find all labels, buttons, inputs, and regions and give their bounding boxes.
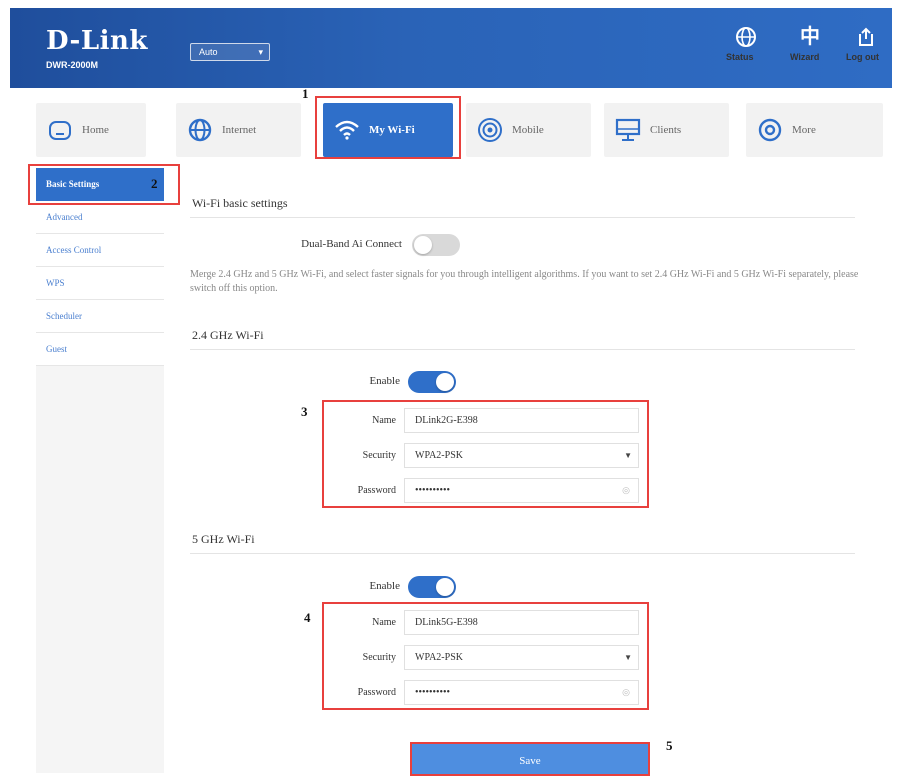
divider <box>190 553 855 554</box>
band24-password-row: Password •••••••••• ◎ <box>324 474 647 507</box>
nav-clients[interactable]: Clients <box>604 103 729 157</box>
monitor-icon <box>614 116 642 144</box>
callout-2: 2 <box>151 176 158 191</box>
band24-enable-toggle[interactable] <box>408 371 456 393</box>
settings-icon <box>756 116 784 144</box>
model-name: DWR-2000M <box>46 60 99 70</box>
band5-name-row: Name DLink5G-E398 <box>324 606 647 639</box>
band5-name-input[interactable]: DLink5G-E398 <box>404 610 639 635</box>
sidebar: Basic Settings Advanced Access Control W… <box>36 168 164 773</box>
band24-fields-highlight-box: Name DLink2G-E398 Security WPA2-PSK ▼ Pa… <box>322 400 649 508</box>
band5-password-value: •••••••••• <box>415 687 451 698</box>
signal-icon <box>476 116 504 144</box>
band24-password-input[interactable]: •••••••••• ◎ <box>404 478 639 503</box>
band24-name-label: Name <box>372 415 396 426</box>
nav-internet-label: Internet <box>222 124 257 136</box>
band5-password-input[interactable]: •••••••••• ◎ <box>404 680 639 705</box>
save-button[interactable]: Save <box>410 742 650 776</box>
divider <box>190 349 855 350</box>
chevron-down-icon: ▼ <box>624 451 632 460</box>
nav-mobile[interactable]: Mobile <box>466 103 591 157</box>
nav-more-label: More <box>792 124 816 136</box>
dual-band-description: Merge 2.4 GHz and 5 GHz Wi-Fi, and selec… <box>190 269 859 294</box>
band5-enable-label: Enable <box>369 580 400 592</box>
band5-security-row: Security WPA2-PSK ▼ <box>324 641 647 674</box>
status-label: Status <box>726 52 754 62</box>
nav-internet[interactable]: Internet <box>176 103 301 157</box>
chevron-down-icon: ▾ <box>258 47 263 57</box>
band5-enable-toggle[interactable] <box>408 576 456 598</box>
nav-home-label: Home <box>82 124 109 136</box>
band24-password-value: •••••••••• <box>415 485 451 496</box>
eye-icon[interactable]: ◎ <box>622 479 630 502</box>
wizard-button[interactable]: 中 Wizard <box>790 26 830 62</box>
nav-home[interactable]: Home <box>36 103 146 157</box>
toggle-knob <box>436 578 454 596</box>
wizard-label: Wizard <box>790 52 820 62</box>
sidebar-item-access-control[interactable]: Access Control <box>36 234 164 267</box>
home-icon <box>46 116 74 144</box>
callout-5: 5 <box>666 738 673 753</box>
dual-band-toggle[interactable] <box>412 234 460 256</box>
toggle-knob <box>414 236 432 254</box>
band24-security-label: Security <box>362 450 396 461</box>
callout-3: 3 <box>301 404 308 419</box>
logout-button[interactable]: Log out <box>846 26 886 62</box>
band24-enable-label: Enable <box>369 375 400 387</box>
divider <box>190 217 855 218</box>
band24-security-value: WPA2-PSK <box>415 450 463 461</box>
language-icon: 中 <box>800 26 820 48</box>
band5-fields-highlight-box: Name DLink5G-E398 Security WPA2-PSK ▼ Pa… <box>322 602 649 710</box>
toggle-knob <box>436 373 454 391</box>
sidebar-item-advanced[interactable]: Advanced <box>36 201 164 234</box>
callout-4: 4 <box>304 610 311 625</box>
my-wifi-highlight-box <box>315 96 461 159</box>
globe-icon <box>186 116 214 144</box>
band5-password-label: Password <box>357 687 396 698</box>
chevron-down-icon: ▼ <box>624 653 632 662</box>
sidebar-item-scheduler[interactable]: Scheduler <box>36 300 164 333</box>
dlink-logo: D-Link <box>46 26 148 56</box>
header-bar: D-Link DWR-2000M Auto ▾ Status 中 Wizard … <box>10 8 892 88</box>
band5-security-select[interactable]: WPA2-PSK ▼ <box>404 645 639 670</box>
band24-title: 2.4 GHz Wi-Fi <box>192 328 264 342</box>
band24-security-select[interactable]: WPA2-PSK ▼ <box>404 443 639 468</box>
band5-security-value: WPA2-PSK <box>415 652 463 663</box>
logout-icon <box>846 26 886 50</box>
globe-icon <box>726 26 766 50</box>
band5-security-label: Security <box>362 652 396 663</box>
main-panel: Wi-Fi basic settings Dual-Band Ai Connec… <box>180 178 883 776</box>
band24-security-row: Security WPA2-PSK ▼ <box>324 439 647 472</box>
sidebar-item-guest[interactable]: Guest <box>36 333 164 366</box>
band24-password-label: Password <box>357 485 396 496</box>
dual-band-label: Dual-Band Ai Connect <box>301 238 402 250</box>
callout-1: 1 <box>302 86 309 101</box>
page-title: Wi-Fi basic settings <box>192 196 288 210</box>
band24-name-input[interactable]: DLink2G-E398 <box>404 408 639 433</box>
status-button[interactable]: Status <box>726 26 766 62</box>
eye-icon[interactable]: ◎ <box>622 681 630 704</box>
nav-more[interactable]: More <box>746 103 883 157</box>
band5-password-row: Password •••••••••• ◎ <box>324 676 647 709</box>
nav-clients-label: Clients <box>650 124 682 136</box>
language-select[interactable]: Auto ▾ <box>190 43 270 61</box>
logout-label: Log out <box>846 52 879 62</box>
band5-name-label: Name <box>372 617 396 628</box>
sidebar-item-wps[interactable]: WPS <box>36 267 164 300</box>
band5-title: 5 GHz Wi-Fi <box>192 532 255 546</box>
language-value: Auto <box>199 47 218 57</box>
nav-mobile-label: Mobile <box>512 124 544 136</box>
band24-name-row: Name DLink2G-E398 <box>324 404 647 437</box>
